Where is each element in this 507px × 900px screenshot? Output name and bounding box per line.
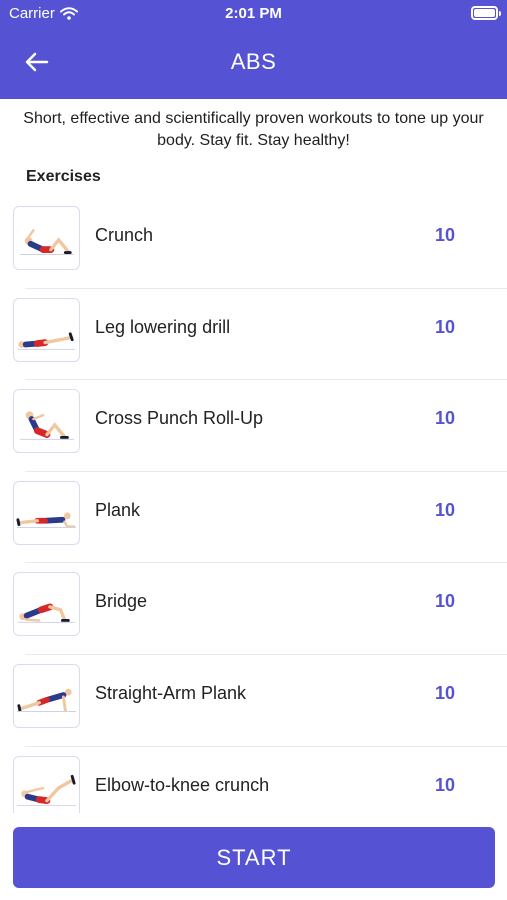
exercise-name: Straight-Arm Plank <box>95 682 247 703</box>
exercise-thumbnail <box>13 755 80 813</box>
exercise-reps: 10 <box>434 682 455 703</box>
roll-up-figure-icon <box>19 411 75 441</box>
exercise-thumbnail <box>13 663 80 728</box>
exercise-thumbnail <box>13 572 80 637</box>
exercise-row[interactable]: Cross Punch Roll-Up 10 <box>0 380 507 472</box>
exercise-thumbnail <box>13 297 80 362</box>
exercise-reps: 10 <box>434 408 455 429</box>
start-button[interactable]: START <box>13 827 495 888</box>
exercise-row[interactable]: Crunch 10 <box>0 197 507 289</box>
leg-lowering-figure-icon <box>17 332 76 350</box>
exercise-name: Bridge <box>95 591 148 612</box>
elbow-to-knee-figure-icon <box>16 774 77 806</box>
exercise-thumbnail <box>13 389 80 454</box>
crunch-figure-icon <box>19 229 75 255</box>
exercise-row[interactable]: Plank 10 <box>0 472 507 564</box>
exercise-reps: 10 <box>434 225 455 245</box>
exercise-reps: 10 <box>434 591 455 612</box>
straight-arm-plank-figure-icon <box>16 688 77 712</box>
exercise-thumbnail <box>13 480 80 545</box>
page-title: ABS <box>230 49 277 74</box>
exercise-reps: 10 <box>434 499 455 520</box>
exercise-name: Crunch <box>95 225 154 245</box>
exercise-row[interactable]: Elbow-to-knee crunch 10 <box>0 747 507 813</box>
exercise-list: Crunch 10 Leg lowering drill 10 Cross Pu… <box>0 197 507 813</box>
exercise-row[interactable]: Straight-Arm Plank 10 <box>0 655 507 747</box>
status-time: 2:01 PM <box>225 5 282 22</box>
exercise-reps: 10 <box>434 316 455 337</box>
exercise-name: Cross Punch Roll-Up <box>95 408 264 429</box>
bridge-figure-icon <box>17 603 76 624</box>
plank-figure-icon <box>16 512 77 528</box>
exercise-thumbnail <box>13 206 80 270</box>
exercise-row[interactable]: Leg lowering drill 10 <box>0 289 507 381</box>
app-header: Carrier 2:01 PM ABS <box>0 0 507 99</box>
battery-icon <box>471 6 501 20</box>
workout-description: Short, effective and scientifically prov… <box>23 110 484 149</box>
exercise-reps: 10 <box>434 774 455 795</box>
exercise-name: Leg lowering drill <box>95 316 231 337</box>
exercise-row[interactable]: Bridge 10 <box>0 563 507 655</box>
exercise-name: Elbow-to-knee crunch <box>95 774 270 795</box>
status-bar: Carrier 2:01 PM <box>0 0 507 28</box>
exercise-name: Plank <box>95 499 141 520</box>
section-title: Exercises <box>26 168 101 185</box>
